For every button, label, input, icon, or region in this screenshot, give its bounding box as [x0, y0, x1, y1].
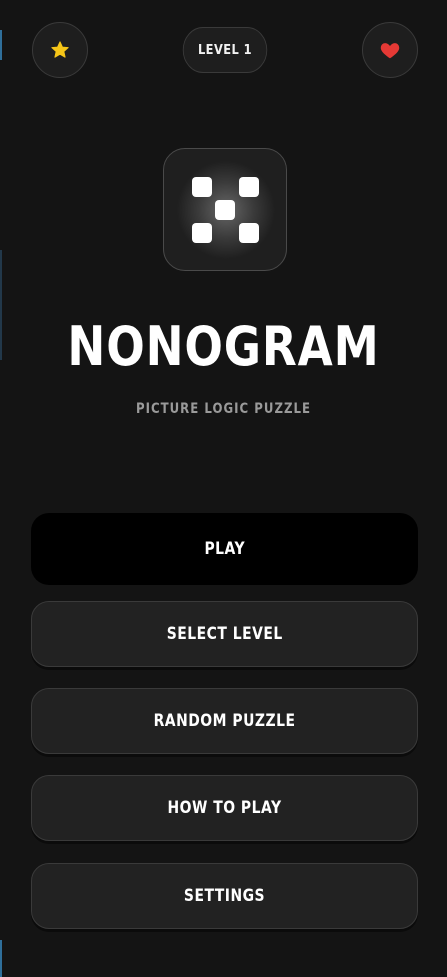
heart-icon: [380, 43, 400, 59]
dice-pip: [192, 223, 212, 243]
level-label: LEVEL 1: [197, 42, 253, 58]
play-label: PLAY: [204, 539, 245, 559]
settings-label: SETTINGS: [183, 886, 266, 906]
lives-button[interactable]: [362, 22, 418, 78]
edge-marker: [0, 30, 2, 60]
star-icon: [51, 41, 69, 58]
dice-pip: [192, 177, 212, 197]
random-puzzle-button[interactable]: RANDOM PUZZLE: [31, 688, 418, 754]
game-subtitle: PICTURE LOGIC PUZZLE: [135, 401, 312, 417]
select-level-button[interactable]: SELECT LEVEL: [31, 601, 418, 667]
dice-pip: [239, 223, 259, 243]
random-puzzle-label: RANDOM PUZZLE: [153, 711, 296, 731]
how-to-play-label: HOW TO PLAY: [167, 798, 282, 818]
how-to-play-button[interactable]: HOW TO PLAY: [31, 775, 418, 841]
game-logo: [163, 148, 287, 271]
play-button[interactable]: PLAY: [31, 513, 418, 585]
favorites-button[interactable]: [32, 22, 88, 78]
edge-marker: [0, 250, 2, 360]
edge-marker: [0, 940, 2, 977]
level-indicator[interactable]: LEVEL 1: [182, 27, 268, 73]
dice-pip: [239, 177, 259, 197]
select-level-label: SELECT LEVEL: [166, 624, 283, 644]
dice-pip: [215, 200, 235, 220]
game-title: NONOGRAM: [67, 315, 380, 378]
settings-button[interactable]: SETTINGS: [31, 863, 418, 929]
